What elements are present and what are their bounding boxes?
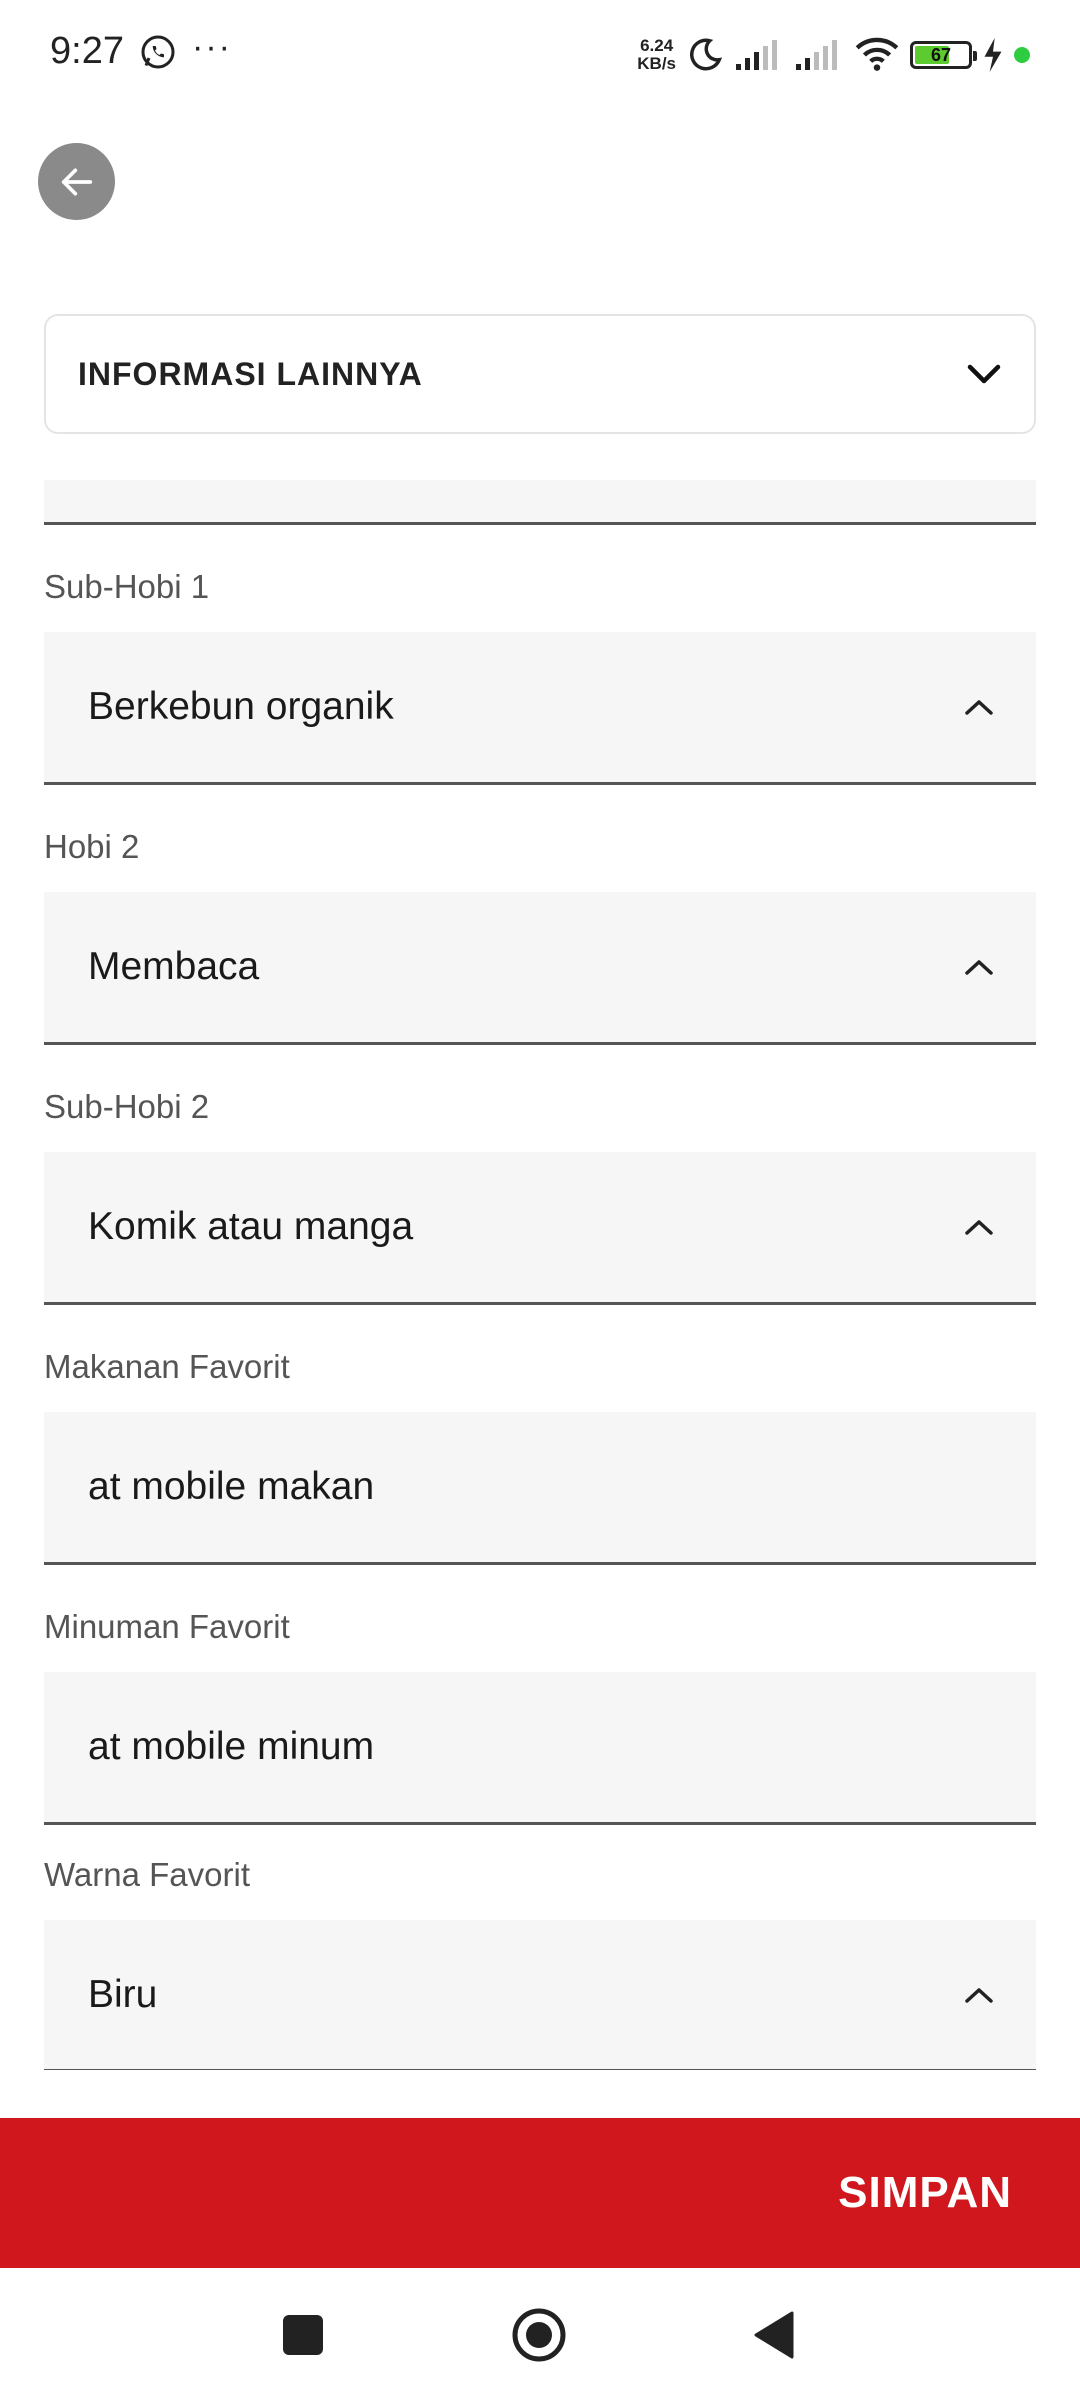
chevron-up-icon — [965, 700, 993, 715]
wifi-icon — [855, 37, 899, 71]
status-bar: 9:27 ··· 6.24 KB/s 67 — [0, 0, 1080, 110]
whatsapp-icon — [141, 35, 175, 69]
save-button[interactable]: SIMPAN — [838, 2118, 1012, 2268]
nav-back-icon[interactable] — [752, 2310, 796, 2360]
status-icons: 6.24 KB/s 67 — [637, 30, 1030, 80]
field-value: Berkebun organik — [88, 685, 394, 728]
network-speed-value: 6.24 — [640, 36, 674, 55]
recent-apps-icon[interactable] — [283, 2315, 323, 2355]
field-label-warna-favorit: Warna Favorit — [44, 1856, 250, 1893]
home-icon[interactable] — [512, 2308, 566, 2362]
status-time: 9:27 — [50, 30, 124, 72]
section-header-informasi-lainnya[interactable]: INFORMASI LAINNYA — [44, 314, 1036, 434]
chevron-up-icon — [965, 960, 993, 975]
network-speed-unit: KB/s — [637, 54, 676, 73]
moon-icon — [690, 38, 723, 71]
charging-icon — [984, 38, 1002, 72]
arrow-left-icon — [61, 168, 92, 195]
field-value: Biru — [88, 1972, 158, 2016]
field-value: at mobile makan — [88, 1465, 375, 1508]
minuman-favorit-input[interactable]: at mobile minum — [44, 1672, 1036, 1825]
sub-hobi-1-dropdown[interactable]: Berkebun organik — [44, 632, 1036, 785]
makanan-favorit-input[interactable]: at mobile makan — [44, 1412, 1036, 1565]
field-label-hobi-2: Hobi 2 — [44, 828, 140, 865]
save-bar: SIMPAN — [0, 2118, 1080, 2268]
signal-icon — [736, 40, 777, 70]
field-label-makanan-favorit: Makanan Favorit — [44, 1348, 290, 1385]
field-value: Membaca — [88, 945, 260, 988]
battery-icon: 67 — [910, 41, 977, 69]
chevron-down-icon[interactable] — [966, 362, 1002, 386]
field-label-minuman-favorit: Minuman Favorit — [44, 1608, 290, 1645]
signal-icon — [796, 40, 837, 70]
hobi-2-dropdown[interactable]: Membaca — [44, 892, 1036, 1045]
section-title: INFORMASI LAINNYA — [78, 355, 423, 392]
form-scroll-area[interactable]: Sub-Hobi 1 Berkebun organik Hobi 2 Memba… — [44, 480, 1036, 2070]
warna-favorit-dropdown[interactable]: Biru — [44, 1920, 1036, 2070]
battery-level: 67 — [930, 45, 952, 65]
chevron-up-icon — [965, 1987, 993, 2003]
back-button[interactable] — [38, 143, 115, 220]
chevron-up-icon — [965, 1220, 993, 1235]
sub-hobi-2-dropdown[interactable]: Komik atau manga — [44, 1152, 1036, 1305]
field-value: at mobile minum — [88, 1725, 375, 1768]
system-nav-bar — [0, 2268, 1080, 2400]
network-speed: 6.24 KB/s — [637, 37, 676, 73]
form-field-partial[interactable] — [44, 480, 1036, 525]
more-notifications-icon: ··· — [192, 28, 232, 66]
privacy-indicator-dot — [1014, 47, 1030, 63]
field-label-sub-hobi-2: Sub-Hobi 2 — [44, 1088, 210, 1125]
field-label-sub-hobi-1: Sub-Hobi 1 — [44, 568, 210, 605]
field-value: Komik atau manga — [88, 1205, 414, 1248]
